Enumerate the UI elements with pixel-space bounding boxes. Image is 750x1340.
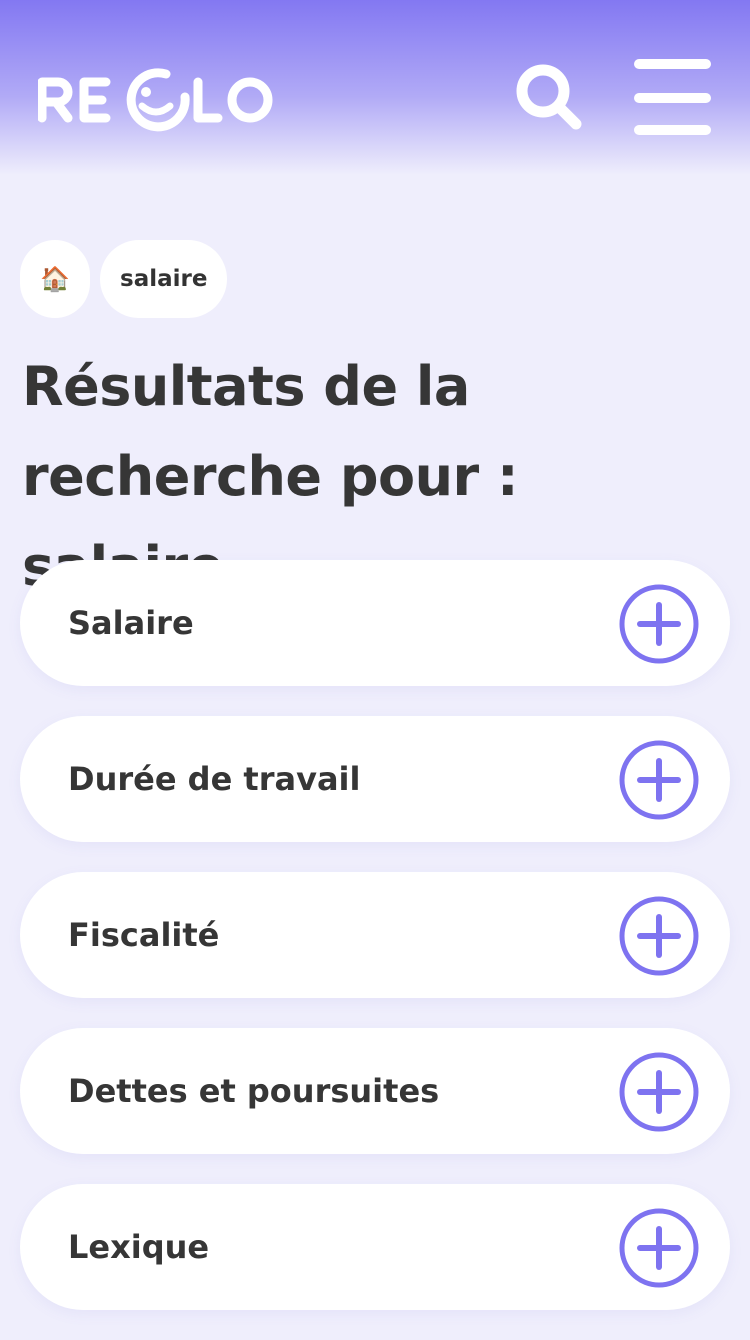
breadcrumb-current[interactable]: salaire xyxy=(100,240,228,318)
result-label: Lexique xyxy=(68,1228,210,1266)
result-item-fiscalite[interactable]: Fiscalité xyxy=(20,872,730,998)
result-item-dettes-et-poursuites[interactable]: Dettes et poursuites xyxy=(20,1028,730,1154)
hamburger-menu-icon xyxy=(634,59,711,135)
breadcrumb-current-label: salaire xyxy=(120,266,208,292)
search-button[interactable] xyxy=(510,58,590,138)
house-emoji-icon: 🏠 xyxy=(40,265,70,293)
plus-circle-icon[interactable] xyxy=(618,895,700,977)
result-item-lexique[interactable]: Lexique xyxy=(20,1184,730,1310)
result-label: Durée de travail xyxy=(68,760,361,798)
plus-circle-icon[interactable] xyxy=(618,583,700,665)
plus-circle-icon[interactable] xyxy=(618,1051,700,1133)
reglo-logo[interactable] xyxy=(37,60,283,140)
result-label: Salaire xyxy=(68,604,194,642)
result-label: Dettes et poursuites xyxy=(68,1072,440,1110)
search-icon xyxy=(516,64,582,130)
result-item-salaire[interactable]: Salaire xyxy=(20,560,730,686)
breadcrumb: 🏠 salaire xyxy=(20,240,228,318)
breadcrumb-home[interactable]: 🏠 xyxy=(20,240,90,318)
header xyxy=(0,0,750,175)
menu-button[interactable] xyxy=(632,58,712,138)
plus-circle-icon[interactable] xyxy=(618,739,700,821)
result-label: Fiscalité xyxy=(68,916,220,954)
plus-circle-icon[interactable] xyxy=(618,1207,700,1289)
results-list: Salaire Durée de travail Fiscalité Dette… xyxy=(20,560,730,1340)
result-item-duree-de-travail[interactable]: Durée de travail xyxy=(20,716,730,842)
